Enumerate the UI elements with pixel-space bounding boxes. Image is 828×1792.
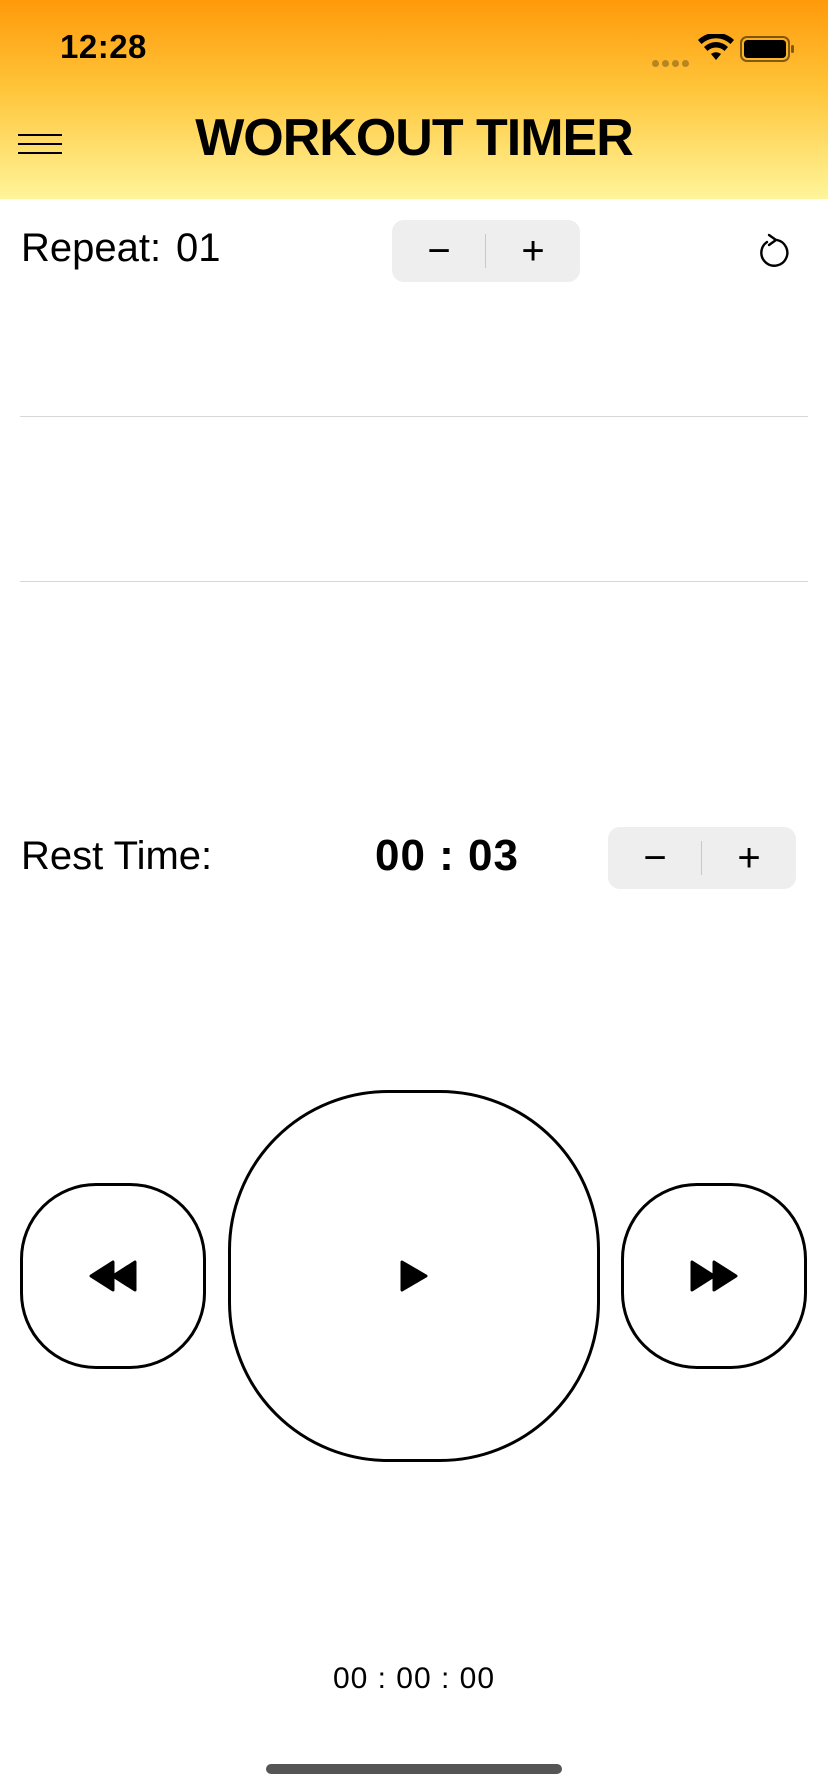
rest-time-label: Rest Time:	[21, 834, 213, 878]
rewind-button[interactable]	[20, 1183, 206, 1369]
home-indicator	[266, 1764, 562, 1774]
rest-time-value: 00 : 03	[375, 831, 519, 880]
cellular-signal-icon	[652, 54, 692, 67]
list-divider	[20, 416, 808, 417]
rest-time-stepper: − +	[608, 827, 796, 889]
repeat-label: Repeat:	[21, 226, 162, 270]
repeat-value: 01	[176, 226, 221, 270]
repeat-increment-button[interactable]: +	[486, 220, 580, 282]
battery-icon	[740, 36, 794, 62]
play-button[interactable]	[228, 1090, 600, 1462]
repeat-decrement-button[interactable]: −	[392, 220, 486, 282]
status-time: 12:28	[60, 28, 147, 65]
fast-forward-button[interactable]	[621, 1183, 807, 1369]
list-divider	[20, 581, 808, 582]
page-title: WORKOUT TIMER	[195, 109, 634, 167]
reset-icon[interactable]	[755, 232, 795, 272]
rest-time-increment-button[interactable]: +	[702, 827, 796, 889]
header-bar: 12:28 WORKOUT TIMER	[0, 0, 828, 199]
repeat-stepper: − +	[392, 220, 580, 282]
total-elapsed-time: 00 : 00 : 00	[332, 1662, 496, 1695]
play-icon	[400, 1260, 428, 1292]
rest-time-decrement-button[interactable]: −	[608, 827, 702, 889]
wifi-icon	[698, 34, 734, 60]
rewind-icon	[89, 1260, 137, 1292]
fast-forward-icon	[690, 1260, 738, 1292]
